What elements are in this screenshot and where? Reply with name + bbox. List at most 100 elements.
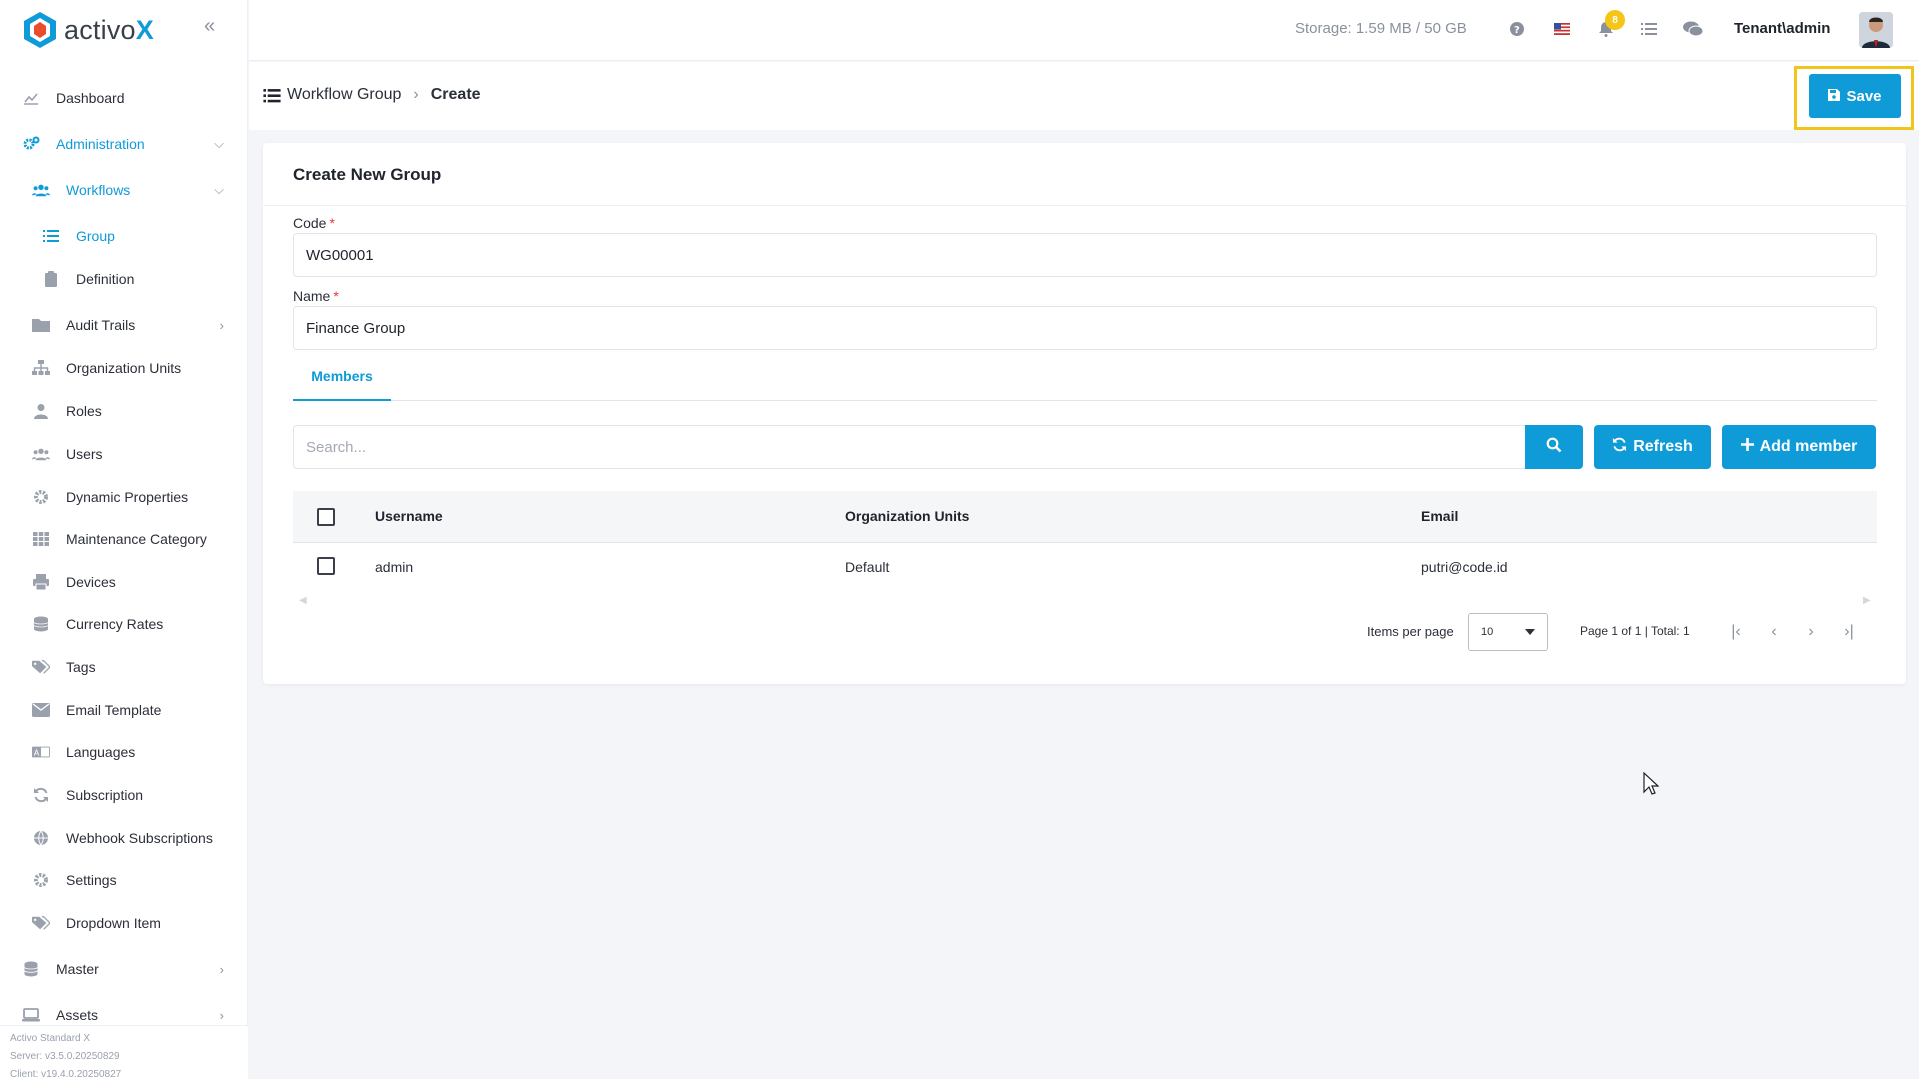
sidebar-item-label: Email Template (66, 702, 162, 718)
sidebar-item-users[interactable]: Users (0, 434, 248, 474)
svg-text:?: ? (1514, 25, 1520, 36)
page-info: Page 1 of 1 | Total: 1 (1580, 624, 1690, 638)
card-title: Create New Group (293, 165, 442, 184)
grid-icon (32, 530, 50, 548)
name-field[interactable]: Finance Group (293, 306, 1877, 350)
sidebar-item-dropdown-item[interactable]: Dropdown Item (0, 903, 248, 943)
sidebar-item-label: Webhook Subscriptions (66, 830, 213, 846)
sidebar-item-label: Languages (66, 744, 136, 760)
chevron-right-icon: › (219, 1007, 224, 1023)
sidebar-item-label: Organization Units (66, 360, 182, 376)
task-list-icon[interactable] (1638, 18, 1660, 40)
cogs-icon (22, 135, 40, 153)
sidebar-item-webhook-subscriptions[interactable]: Webhook Subscriptions (0, 818, 248, 858)
table-row[interactable]: admin Default putri@code.id (293, 543, 1877, 593)
sidebar-item-label: Maintenance Category (66, 531, 207, 547)
sidebar-item-label: Audit Trails (66, 317, 136, 333)
sidebar-item-languages[interactable]: A Languages (0, 732, 248, 772)
sidebar-item-label: Tags (66, 659, 96, 675)
chevron-right-icon: › (219, 317, 224, 333)
sidebar-item-tags[interactable]: Tags (0, 647, 248, 687)
previous-page-icon[interactable]: ‹ (1761, 619, 1787, 645)
sync-icon (1612, 437, 1627, 457)
sidebar-item-workflows[interactable]: Workflows ⌵ (0, 170, 248, 210)
sidebar-item-label: Settings (66, 872, 117, 888)
product-name: Activo Standard X (10, 1033, 91, 1044)
refresh-label: Refresh (1633, 438, 1693, 455)
us-flag-icon[interactable] (1551, 18, 1573, 40)
table-header: Username Organization Units Email (293, 491, 1877, 543)
chevron-right-icon: › (219, 961, 224, 977)
coins-icon (32, 615, 50, 633)
sidebar-item-definition[interactable]: Definition (0, 259, 248, 299)
sidebar-item-master[interactable]: Master › (0, 949, 248, 989)
last-page-icon[interactable]: ›| (1836, 619, 1862, 645)
sidebar-item-dashboard[interactable]: Dashboard (0, 78, 248, 118)
column-header-email[interactable]: Email (1421, 508, 1458, 524)
sidebar-item-label: Administration (56, 136, 145, 152)
sidebar-item-settings[interactable]: Settings (0, 860, 248, 900)
database-icon (22, 960, 40, 978)
first-page-icon[interactable]: |‹ (1723, 619, 1749, 645)
bell-icon[interactable]: 8 (1595, 10, 1625, 40)
language-icon: A (32, 743, 50, 761)
sidebar-item-dynamic-properties[interactable]: Dynamic Properties (0, 477, 248, 517)
collapse-sidebar-icon[interactable]: « (204, 16, 224, 38)
sidebar-item-label: Master (56, 961, 99, 977)
sidebar-item-label: Currency Rates (66, 616, 164, 632)
sidebar-item-label: Assets (56, 1007, 99, 1023)
sidebar-item-email-template[interactable]: Email Template (0, 690, 248, 730)
next-page-icon[interactable]: › (1798, 619, 1824, 645)
sidebar-item-maintenance-category[interactable]: Maintenance Category (0, 519, 248, 559)
save-label: Save (1846, 87, 1882, 105)
logo[interactable]: activoX (22, 10, 154, 50)
client-version: Client: v19.4.0.20250827 (10, 1069, 122, 1079)
sidebar-item-audit-trails[interactable]: Audit Trails › (0, 305, 248, 345)
row-checkbox[interactable] (317, 557, 335, 575)
cell-email: putri@code.id (1421, 559, 1508, 575)
add-member-label: Add member (1759, 438, 1858, 455)
breadcrumb: Workflow Group › Create (263, 86, 481, 104)
chat-icon[interactable] (1682, 18, 1704, 40)
logo-text: activoX (64, 14, 154, 45)
tab-members[interactable]: Members (293, 353, 391, 401)
envelope-icon (32, 701, 50, 719)
help-icon[interactable]: ? (1506, 18, 1528, 40)
member-search-input[interactable]: Search... (293, 425, 1525, 469)
sidebar-item-currency-rates[interactable]: Currency Rates (0, 604, 248, 644)
avatar[interactable] (1859, 12, 1893, 48)
sitemap-icon (32, 359, 50, 377)
sidebar-item-label: Dynamic Properties (66, 489, 189, 505)
user-menu[interactable]: Tenant\admin (1734, 20, 1830, 37)
items-per-page-select[interactable]: 10 (1468, 613, 1548, 651)
sidebar-item-organization-units[interactable]: Organization Units (0, 348, 248, 388)
chevron-down-icon: ⌵ (214, 182, 224, 197)
sidebar-item-group[interactable]: Group (0, 216, 248, 256)
sidebar-item-label: Dashboard (56, 90, 125, 106)
sidebar-item-label: Dropdown Item (66, 915, 161, 931)
tags-icon (32, 658, 50, 676)
select-all-checkbox[interactable] (317, 508, 335, 526)
gear-icon (32, 488, 50, 506)
clipboard-icon (42, 270, 60, 288)
breadcrumb-parent[interactable]: Workflow Group (287, 86, 401, 104)
column-header-organization-units[interactable]: Organization Units (845, 508, 969, 524)
refresh-button[interactable]: Refresh (1594, 425, 1711, 469)
add-member-button[interactable]: Add member (1722, 425, 1876, 469)
search-button[interactable] (1525, 425, 1583, 469)
sidebar-item-roles[interactable]: Roles (0, 391, 248, 431)
sidebar-item-subscription[interactable]: Subscription (0, 775, 248, 815)
plus-icon (1740, 438, 1754, 456)
sidebar-item-administration[interactable]: Administration ⌵ (0, 124, 248, 164)
scroll-left-icon[interactable]: ◀ (299, 595, 307, 606)
sidebar-item-label: Roles (66, 403, 102, 419)
sidebar-item-devices[interactable]: Devices (0, 562, 248, 602)
code-field[interactable]: WG00001 (293, 233, 1877, 277)
column-header-username[interactable]: Username (375, 508, 443, 524)
scroll-right-icon[interactable]: ▶ (1863, 595, 1871, 606)
list-icon (263, 88, 281, 103)
top-header: Storage: 1.59 MB / 50 GB ? 8 Tenant\admi… (249, 0, 1919, 61)
notification-badge: 8 (1605, 10, 1625, 30)
server-version: Server: v3.5.0.20250829 (10, 1051, 120, 1062)
save-button[interactable]: Save (1809, 74, 1901, 118)
